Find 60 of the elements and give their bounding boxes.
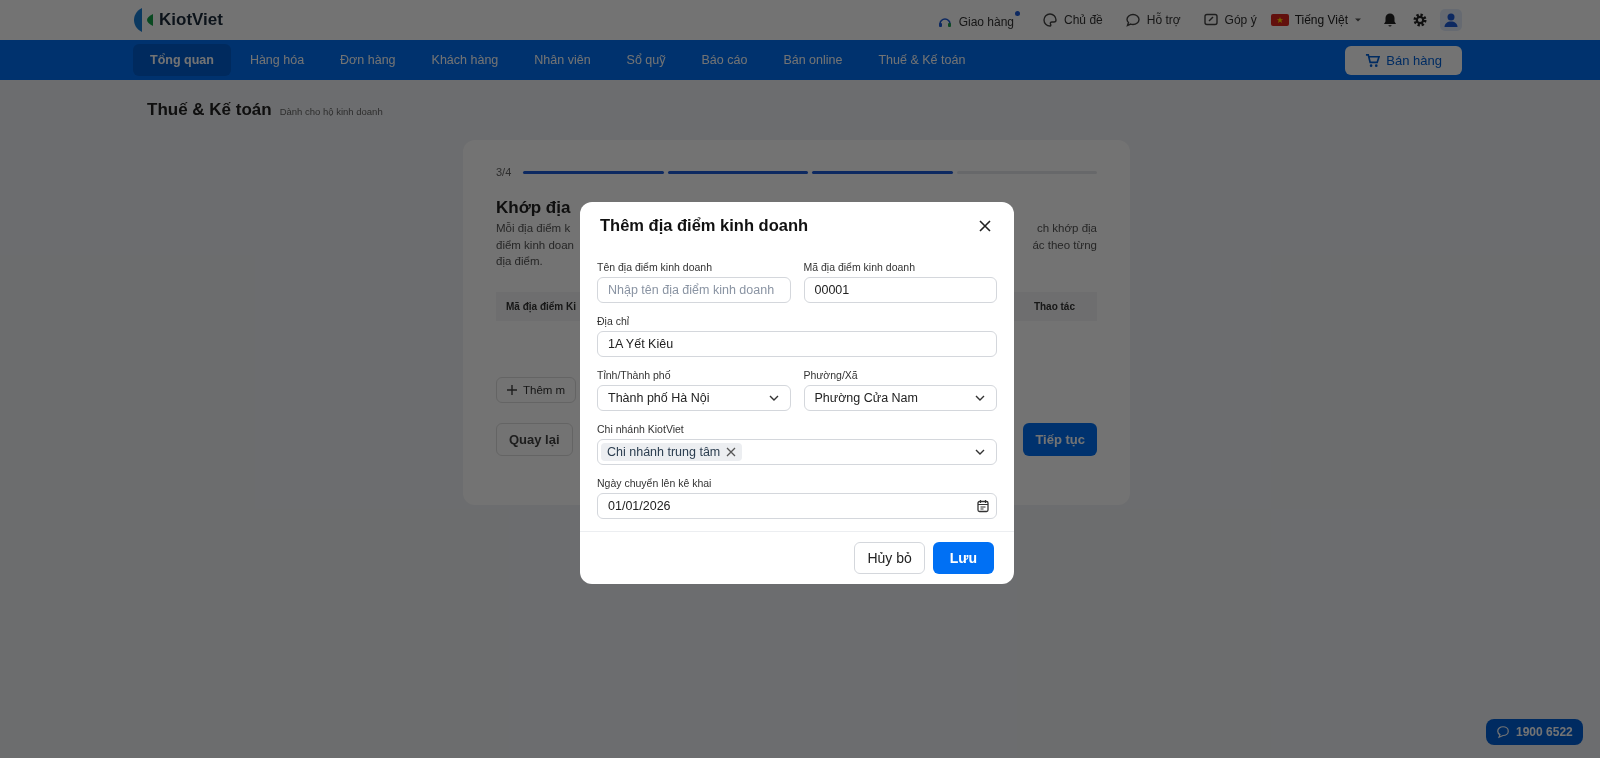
user-avatar-icon[interactable] bbox=[1440, 9, 1462, 31]
bell-icon[interactable] bbox=[1382, 12, 1398, 28]
logo[interactable]: KiotViet bbox=[133, 7, 223, 33]
text-field[interactable]: 00001 bbox=[803, 277, 997, 303]
text-field[interactable]: 1A Yết Kiêu bbox=[597, 331, 997, 357]
nav-tab[interactable]: Thuế & Kế toán bbox=[861, 44, 983, 76]
section-heading: Khớp địa bbox=[496, 198, 572, 218]
nav-tab[interactable]: Khách hàng bbox=[414, 44, 516, 76]
page-title: Thuế & Kế toán bbox=[147, 100, 272, 120]
sell-button[interactable]: Bán hàng bbox=[1345, 45, 1462, 75]
header-link[interactable]: Giao hàng bbox=[936, 10, 1021, 30]
field-label: Địa chỉ bbox=[597, 314, 631, 328]
add-button[interactable]: Thêm m bbox=[496, 376, 577, 403]
description-text: ác theo từng bbox=[1032, 237, 1097, 253]
nav-tab[interactable]: Sổ quỹ bbox=[609, 44, 683, 76]
language-selector[interactable]: Tiếng Việt bbox=[1270, 13, 1362, 27]
page-subtitle: Dành cho hộ kinh doanh bbox=[279, 106, 383, 117]
field-label: Ngày chuyển lên kê khai bbox=[597, 476, 713, 490]
hotline-button[interactable]: 1900 6522 bbox=[1486, 719, 1583, 745]
nav-tab[interactable]: Đơn hàng bbox=[323, 44, 413, 76]
header-link[interactable]: Hỗ trợ bbox=[1124, 12, 1181, 28]
column-header: Thao tác bbox=[1033, 300, 1075, 312]
save-button[interactable]: Lưu bbox=[932, 542, 994, 574]
leaf-logo-icon bbox=[133, 7, 155, 33]
next-button[interactable]: Tiếp tục bbox=[1023, 422, 1097, 456]
step-counter: 3/4 bbox=[496, 166, 512, 178]
nav-tab[interactable]: Nhân viên bbox=[517, 44, 608, 76]
nav-tab[interactable]: Báo cáo bbox=[684, 44, 765, 76]
description-text: Mỗi địa điểm k bbox=[496, 221, 572, 236]
cart-icon bbox=[1365, 52, 1381, 68]
settings-icon[interactable] bbox=[1412, 12, 1428, 28]
date-field[interactable]: 01/01/2026 bbox=[597, 493, 997, 519]
select-field[interactable]: Phường Cửa Nam bbox=[803, 385, 997, 411]
remove-icon[interactable] bbox=[726, 447, 737, 457]
field-label: Mã địa điểm kinh doanh bbox=[803, 260, 916, 274]
calendar-icon[interactable] bbox=[976, 499, 990, 513]
description-text: ch khớp địa bbox=[1036, 221, 1097, 236]
nav-tab[interactable]: Bán online bbox=[766, 44, 860, 76]
field-label: Phường/Xã bbox=[803, 368, 859, 382]
nav-tab[interactable]: Tổng quan bbox=[133, 44, 231, 76]
flag-icon bbox=[1270, 14, 1289, 26]
dialog-title: Thêm địa điểm kinh doanh bbox=[600, 216, 809, 235]
header-link[interactable]: Chủ đề bbox=[1042, 12, 1103, 28]
description-text: địa điểm. bbox=[496, 254, 544, 269]
header-link[interactable]: Góp ý bbox=[1202, 12, 1257, 28]
plus-icon bbox=[507, 384, 517, 395]
multi-select-field[interactable]: Chi nhánh trung tâm bbox=[597, 439, 997, 465]
cancel-button[interactable]: Hủy bỏ bbox=[854, 542, 925, 574]
field-label: Tỉnh/Thành phố bbox=[597, 368, 672, 382]
field-label: Chi nhánh KiotViet bbox=[597, 422, 685, 436]
column-header: Mã địa điểm Ki bbox=[506, 300, 576, 312]
back-button[interactable]: Quay lại bbox=[496, 422, 573, 456]
caret-icon bbox=[1354, 16, 1362, 24]
nav-tab[interactable]: Hàng hóa bbox=[232, 44, 322, 76]
select-field[interactable]: Thành phố Hà Nội bbox=[597, 385, 791, 411]
field-label: Tên địa điểm kinh doanh bbox=[597, 260, 713, 274]
text-field[interactable]: Nhập tên địa điểm kinh doanh bbox=[597, 277, 791, 303]
selected-tag: Chi nhánh trung tâm bbox=[601, 443, 743, 461]
chat-icon bbox=[1496, 725, 1510, 739]
description-text: điểm kinh doan bbox=[496, 237, 574, 253]
